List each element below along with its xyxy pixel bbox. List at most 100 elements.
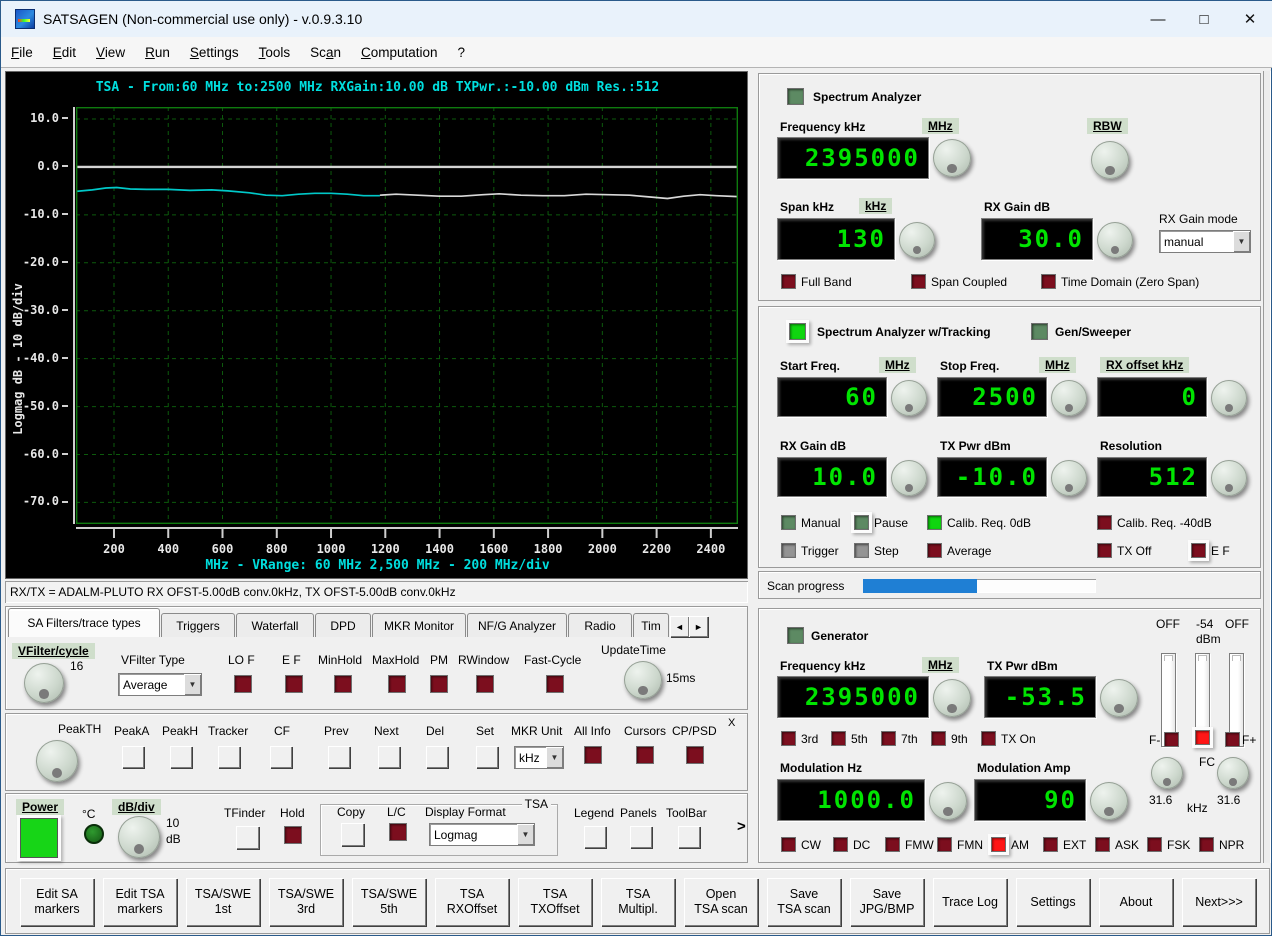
menu-file[interactable]: File [1, 41, 43, 64]
mode-ask-checkbox[interactable]: ASK [1095, 837, 1139, 852]
mode-fmn-checkbox[interactable]: FMN [937, 837, 983, 852]
toolbar-button-save-tsa-scan[interactable]: Save TSA scan [767, 878, 841, 926]
average-checkbox[interactable]: Average [927, 543, 991, 558]
start-freq-display[interactable]: 60 [777, 377, 887, 417]
display-format-select[interactable]: Logmag ▼ [429, 823, 535, 846]
tab-sa-filters[interactable]: SA Filters/trace types [8, 608, 160, 637]
prev-button[interactable] [328, 746, 350, 768]
cf-button[interactable] [270, 746, 292, 768]
copy-button[interactable] [341, 823, 364, 846]
stop-freq-knob[interactable] [1051, 380, 1087, 416]
expand-more-icon[interactable]: > [737, 818, 746, 835]
spectrum-analyzer-checkbox[interactable] [787, 88, 804, 105]
toolbar-button-edit-tsa-markers[interactable]: Edit TSA markers [103, 878, 177, 926]
ef-checkbox[interactable]: E F [1191, 543, 1230, 558]
gen-frequency-unit-button[interactable]: MHz [922, 657, 959, 673]
fc-checkbox[interactable] [1195, 730, 1210, 745]
menu-run[interactable]: Run [135, 41, 180, 64]
modulation-hz-display[interactable]: 1000.0 [777, 779, 925, 821]
markers-close-icon[interactable]: X [728, 717, 735, 729]
time-domain-checkbox[interactable]: Time Domain (Zero Span) [1041, 274, 1199, 289]
span-unit-button[interactable]: kHz [859, 198, 893, 214]
update-time-knob[interactable] [624, 661, 662, 699]
mkr-unit-select[interactable]: kHz ▼ [514, 746, 564, 769]
menu-settings[interactable]: Settings [180, 41, 249, 64]
tab-time[interactable]: Tim [633, 613, 669, 637]
rbw-button[interactable]: RBW [1087, 118, 1128, 134]
stop-freq-unit-button[interactable]: MHz [1039, 357, 1076, 373]
gen-frequency-knob[interactable] [933, 679, 971, 717]
toolbar-button-tsa-rxoffset[interactable]: TSA RXOffset [435, 878, 509, 926]
peakth-knob[interactable] [36, 740, 78, 782]
start-freq-unit-button[interactable]: MHz [879, 357, 916, 373]
plot-area[interactable] [76, 107, 738, 539]
rx-offset-display[interactable]: 0 [1097, 377, 1207, 417]
close-button[interactable]: ✕ [1227, 1, 1272, 37]
tab-scroll-left-icon[interactable]: ◄ [670, 616, 689, 637]
maximize-button[interactable]: □ [1181, 1, 1227, 37]
frequency-knob[interactable] [933, 139, 971, 177]
gen-tx-pwr-display[interactable]: -53.5 [984, 676, 1096, 718]
calib-40db-checkbox[interactable]: Calib. Req. -40dB [1097, 515, 1212, 530]
tx-off-checkbox[interactable]: TX Off [1097, 543, 1151, 558]
toolbar-button-tsa-swe-3rd[interactable]: TSA/SWE 3rd [269, 878, 343, 926]
pm-checkbox[interactable] [430, 675, 448, 693]
toolbar-button-trace-log[interactable]: Trace Log [933, 878, 1007, 926]
toolbar-button-edit-sa-markers[interactable]: Edit SA markers [20, 878, 94, 926]
vfilter-cycle-knob[interactable] [24, 663, 64, 703]
toolbar-button[interactable] [678, 826, 700, 848]
hold-checkbox[interactable] [284, 826, 302, 844]
modulation-hz-knob[interactable] [929, 782, 967, 820]
full-band-checkbox[interactable]: Full Band [781, 274, 852, 289]
right-edge-scrollbar[interactable] [1263, 71, 1271, 863]
toolbar-button-tsa-multipl-[interactable]: TSA Multipl. [601, 878, 675, 926]
mode-ext-checkbox[interactable]: EXT [1043, 837, 1086, 852]
mode-fsk-checkbox[interactable]: FSK [1147, 837, 1190, 852]
modulation-amp-display[interactable]: 90 [974, 779, 1086, 821]
ef-filter-checkbox[interactable] [285, 675, 303, 693]
toolbar-button-tsa-swe-1st[interactable]: TSA/SWE 1st [186, 878, 260, 926]
toolbar-button-open-tsa-scan[interactable]: Open TSA scan [684, 878, 758, 926]
toolbar-button-settings[interactable]: Settings [1016, 878, 1090, 926]
panels-button[interactable] [630, 826, 652, 848]
tab-mkr-monitor[interactable]: MKR Monitor [372, 613, 466, 637]
span-coupled-checkbox[interactable]: Span Coupled [911, 274, 1007, 289]
title-bar[interactable]: SATSAGEN (Non-commercial use only) - v.0… [1, 1, 1272, 37]
toolbar-button-tsa-swe-5th[interactable]: TSA/SWE 5th [352, 878, 426, 926]
minimize-button[interactable]: — [1135, 1, 1181, 37]
harmonic-5th-checkbox[interactable]: 5th [831, 731, 868, 746]
rbw-knob[interactable] [1091, 141, 1129, 179]
rx-gain-mode-select[interactable]: manual ▼ [1159, 230, 1251, 253]
manual-checkbox[interactable]: Manual [781, 515, 840, 530]
span-knob[interactable] [899, 222, 935, 258]
lof-checkbox[interactable] [234, 675, 252, 693]
next-button[interactable] [378, 746, 400, 768]
trk-rx-gain-knob[interactable] [891, 460, 927, 496]
tx-pwr-knob[interactable] [1051, 460, 1087, 496]
rwindow-checkbox[interactable] [476, 675, 494, 693]
mode-dc-checkbox[interactable]: DC [833, 837, 870, 852]
legend-button[interactable] [584, 826, 606, 848]
toolbar-button-next-[interactable]: Next>>> [1182, 878, 1256, 926]
menu-computation[interactable]: Computation [351, 41, 448, 64]
menu-view[interactable]: View [86, 41, 135, 64]
resolution-knob[interactable] [1211, 460, 1247, 496]
tracking-checkbox[interactable] [789, 323, 806, 340]
rx-offset-knob[interactable] [1211, 380, 1247, 416]
lc-checkbox[interactable] [389, 823, 407, 841]
start-freq-knob[interactable] [891, 380, 927, 416]
frequency-unit-button[interactable]: MHz [922, 118, 959, 134]
trk-rx-gain-display[interactable]: 10.0 [777, 457, 887, 497]
menu-edit[interactable]: Edit [43, 41, 86, 64]
mode-npr-checkbox[interactable]: NPR [1199, 837, 1244, 852]
tracker-button[interactable] [218, 746, 240, 768]
f-plus-checkbox[interactable] [1225, 732, 1240, 747]
gen-sweeper-checkbox[interactable] [1031, 323, 1048, 340]
span-display[interactable]: 130 [777, 218, 895, 260]
cp-psd-checkbox[interactable] [686, 746, 704, 764]
calib-0db-checkbox[interactable]: Calib. Req. 0dB [927, 515, 1031, 530]
tab-waterfall[interactable]: Waterfall [236, 613, 314, 637]
resolution-display[interactable]: 512 [1097, 457, 1207, 497]
gen-tx-pwr-knob[interactable] [1100, 679, 1138, 717]
maxhold-checkbox[interactable] [388, 675, 406, 693]
